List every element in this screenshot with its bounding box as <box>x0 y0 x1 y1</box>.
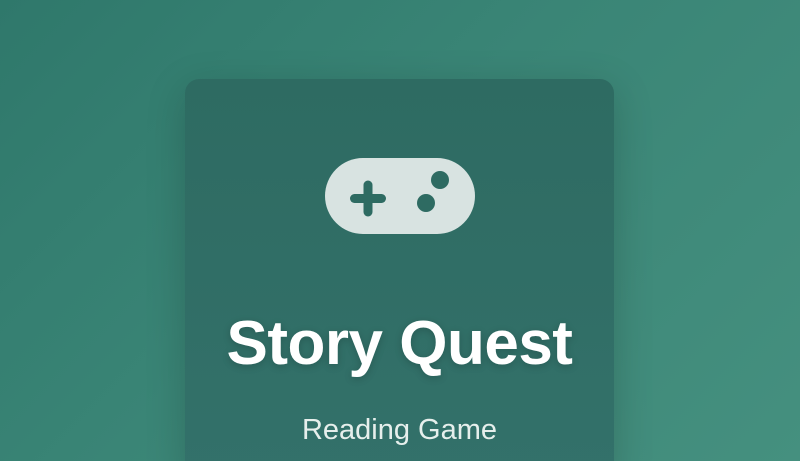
game-card: Story Quest Reading Game <box>185 79 614 461</box>
game-title: Story Quest <box>226 309 573 378</box>
game-subtitle: Reading Game <box>301 414 498 446</box>
gamepad-icon <box>325 158 475 234</box>
